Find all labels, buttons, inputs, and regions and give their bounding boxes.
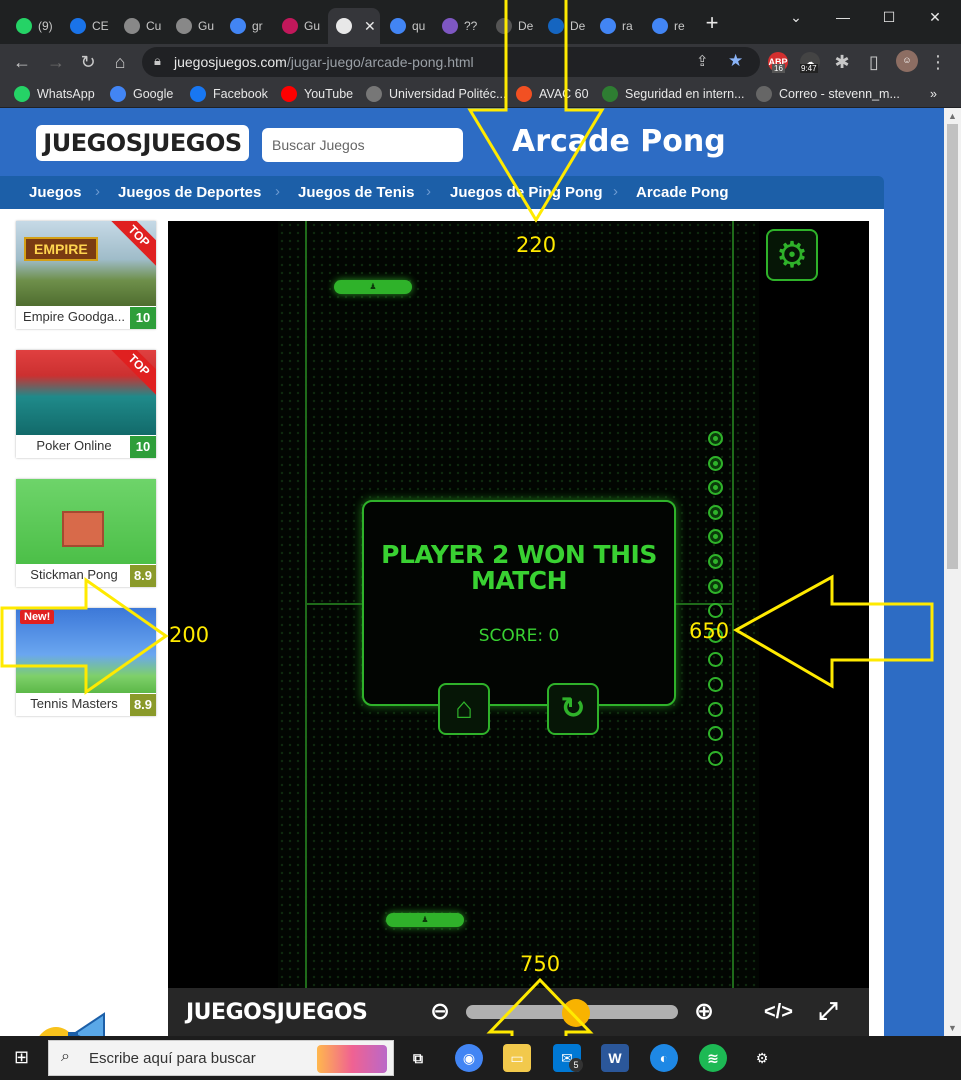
annotation-arrow-left [0,577,169,695]
taskbar-search-placeholder: Escribe aquí para buscar [89,1050,256,1067]
mail-badge: 5 [569,1058,583,1072]
chrome-taskbar-icon[interactable]: ◉ [455,1044,483,1072]
browser-app-icon[interactable]: ◐ [650,1044,678,1072]
settings-gear-taskbar-icon[interactable]: ⚙︎ [748,1044,776,1072]
task-view-icon[interactable]: ⧉ [404,1044,432,1072]
annotation-label-top: 220 [516,233,557,257]
windows-start-icon[interactable]: ⊞ [14,1047,29,1068]
annotation-overlay [0,0,934,1080]
annotation-label-right: 650 [689,619,730,643]
annotation-arrow-right [732,574,934,689]
windows-taskbar: ⊞ ⌕ Escribe aquí para buscar ⧉ ◉ ▭ ✉︎ 5 … [0,1036,961,1080]
taskbar-search-box[interactable]: ⌕ Escribe aquí para buscar [48,1040,394,1076]
spotify-icon[interactable]: ≋ [699,1044,727,1072]
annotation-label-left: 200 [169,623,210,647]
annotation-label-bottom: 750 [520,952,561,976]
word-icon[interactable]: W [601,1044,629,1072]
file-explorer-icon[interactable]: ▭ [503,1044,531,1072]
search-highlight-image [317,1045,387,1073]
annotation-arrow-top [467,0,605,223]
search-icon: ⌕ [61,1048,70,1065]
